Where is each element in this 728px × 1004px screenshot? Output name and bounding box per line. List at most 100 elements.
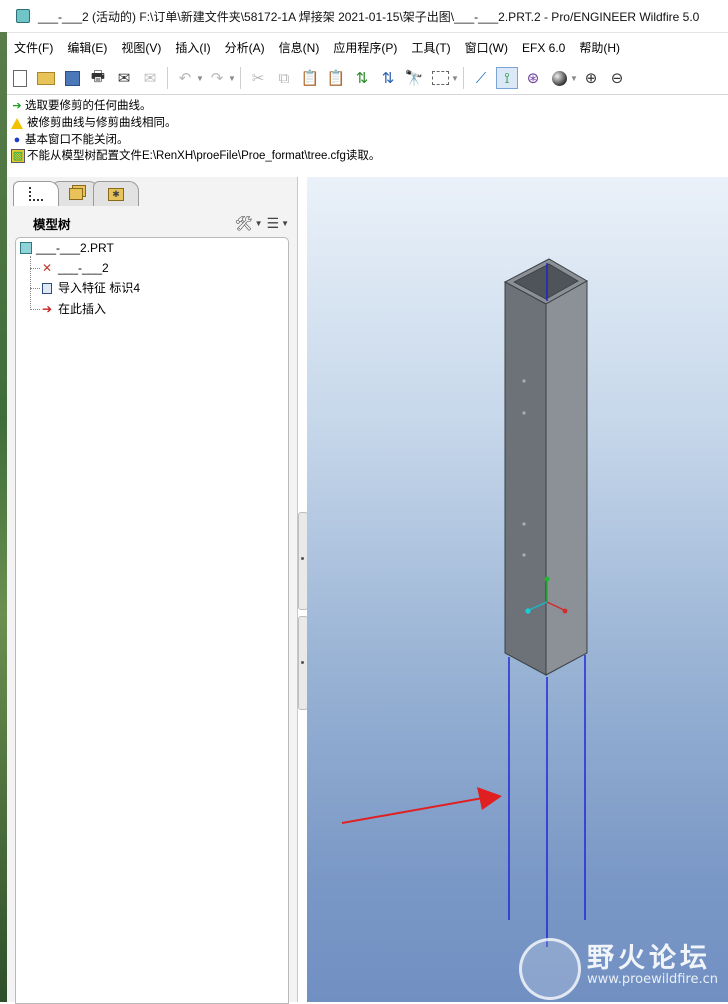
tube-side-face xyxy=(545,280,588,676)
paste-icon[interactable]: 📋 xyxy=(299,67,321,89)
hole xyxy=(522,522,526,526)
spin-center-icon[interactable]: ⊛ xyxy=(522,67,544,89)
annotation-arrow-shaft xyxy=(342,797,483,824)
tree-node-part[interactable]: ___-___2.PRT xyxy=(20,239,114,257)
menu-info[interactable]: 信息(N) xyxy=(272,37,327,59)
forum-watermark: 野火论坛 www.proewildfire.cn xyxy=(515,934,725,1000)
tree-node-insert-here[interactable]: ➔ 在此插入 xyxy=(40,300,106,318)
regenerate-icon[interactable]: ⇅ xyxy=(351,67,373,89)
shading-dropdown-icon[interactable]: ▼ xyxy=(570,74,578,83)
menu-analysis[interactable]: 分析(A) xyxy=(218,37,272,59)
chevron-down-icon: ▼ xyxy=(281,218,289,228)
message-text: 基本窗口不能关闭。 xyxy=(25,134,129,146)
message-text: 被修剪曲线与修剪曲线相同。 xyxy=(27,117,177,129)
message-line: ➔ 选取要修剪的任何曲线。 xyxy=(11,98,152,114)
email-icon[interactable]: ✉ xyxy=(113,67,135,89)
cut-icon[interactable]: ✂ xyxy=(247,67,269,89)
tree-show-button[interactable]: ☰ ▼ xyxy=(267,215,289,232)
message-text: 选取要修剪的任何曲线。 xyxy=(25,100,152,112)
watermark-url: www.proewildfire.cn xyxy=(587,972,718,987)
datum-display-icon[interactable]: ⟋ xyxy=(470,67,492,89)
title-bar: ___-___2 (活动的) F:\订单\新建文件夹\58172-1A 焊接架 … xyxy=(0,0,728,33)
message-line: ▧ 不能从模型树配置文件E:\RenXH\proeFile\Proe_forma… xyxy=(11,148,380,164)
tree-connector xyxy=(30,288,40,289)
tree-node-label: ___-___2 xyxy=(58,261,109,275)
tree-node-label: 导入特征 标识4 xyxy=(58,281,141,295)
hole xyxy=(522,553,526,557)
regenerate-manager-icon[interactable]: ⇅ xyxy=(377,67,399,89)
model-tree-title: 模型树 xyxy=(33,217,71,232)
print-icon[interactable]: 🖶 xyxy=(87,67,109,89)
find-icon[interactable]: 🔭 xyxy=(403,67,425,89)
curve-display-icon[interactable]: ⟟ xyxy=(496,67,518,89)
layers-icon xyxy=(69,188,83,200)
menu-applications[interactable]: 应用程序(P) xyxy=(326,37,404,59)
zoom-out-icon[interactable]: ⊖ xyxy=(606,67,628,89)
hammer-wrench-icon: 🛠 xyxy=(234,214,253,231)
navigator-tabs: ✱ xyxy=(13,181,139,207)
tree-node-label: 在此插入 xyxy=(58,302,107,316)
save-icon[interactable] xyxy=(61,67,83,89)
main-toolbar: 🖶 ✉ ✉ ↶ ▼ ↷ ▼ ✂ ⧉ 📋 📋 ⇅ ⇅ 🔭 ▼ ⟋ ⟟ ⊛ ▼ ⊕ … xyxy=(7,62,728,95)
menu-view[interactable]: 视图(V) xyxy=(114,37,168,59)
message-text: 不能从模型树配置文件E:\RenXH\proeFile\Proe_format\… xyxy=(27,150,381,162)
email-disabled-icon[interactable]: ✉ xyxy=(139,67,161,89)
menu-efx[interactable]: EFX 6.0 xyxy=(515,37,572,59)
triad-x-end xyxy=(562,608,568,614)
list-icon: ☰ xyxy=(266,214,280,231)
favorites-folder-icon: ✱ xyxy=(108,187,124,201)
toolbar-separator xyxy=(463,67,464,89)
open-icon[interactable] xyxy=(35,67,57,89)
hole xyxy=(522,411,526,415)
redo-icon[interactable]: ↷ xyxy=(206,67,228,89)
model-tree-header: 模型树 🛠 ▼ ☰ ▼ xyxy=(15,211,289,235)
window-title: ___-___2 (活动的) F:\订单\新建文件夹\58172-1A 焊接架 … xyxy=(38,9,700,24)
select-dropdown-icon[interactable]: ▼ xyxy=(451,74,459,83)
favorites-tab[interactable]: ✱ xyxy=(93,181,139,206)
tree-node-import-feature[interactable]: 导入特征 标识4 xyxy=(40,279,140,297)
triad-y-end xyxy=(544,576,550,582)
menu-help[interactable]: 帮助(H) xyxy=(572,37,627,59)
tube-front-face xyxy=(504,281,547,676)
tree-connector xyxy=(30,309,40,310)
message-line: 被修剪曲线与修剪曲线相同。 xyxy=(11,115,177,131)
shading-icon[interactable] xyxy=(548,67,570,89)
model-tree-icon xyxy=(29,187,43,201)
tree-node-label: ___-___2.PRT xyxy=(36,241,114,255)
message-line: ● 基本窗口不能关闭。 xyxy=(11,132,129,148)
watermark-logo xyxy=(519,938,581,1000)
menu-window[interactable]: 窗口(W) xyxy=(458,37,515,59)
menu-tools[interactable]: 工具(T) xyxy=(404,37,457,59)
undo-icon[interactable]: ↶ xyxy=(174,67,196,89)
paste-special-icon[interactable]: 📋 xyxy=(325,67,347,89)
menu-file[interactable]: 文件(F) xyxy=(7,37,60,59)
coordinate-system-icon: ✕ xyxy=(41,261,53,275)
menu-insert[interactable]: 插入(I) xyxy=(168,37,217,59)
green-arrow-icon: ➔ xyxy=(12,100,22,112)
info-dot-icon: ● xyxy=(13,134,21,146)
select-box-icon[interactable] xyxy=(429,67,451,89)
copy-icon[interactable]: ⧉ xyxy=(273,67,295,89)
tree-connector xyxy=(30,268,40,269)
import-feature-icon xyxy=(40,281,54,295)
tree-connector xyxy=(30,256,31,310)
insert-here-arrow-icon: ➔ xyxy=(41,302,53,316)
watermark-title: 野火论坛 xyxy=(587,943,711,974)
toolbar-separator xyxy=(240,67,241,89)
warning-icon xyxy=(11,117,23,129)
model-tree-tab[interactable] xyxy=(13,181,59,206)
undo-dropdown-icon[interactable]: ▼ xyxy=(196,74,204,83)
menu-edit[interactable]: 编辑(E) xyxy=(60,37,114,59)
app-icon xyxy=(16,9,30,23)
redo-dropdown-icon[interactable]: ▼ xyxy=(228,74,236,83)
tree-settings-button[interactable]: 🛠 ▼ xyxy=(235,215,263,232)
toolbar-separator xyxy=(167,67,168,89)
zoom-in-icon[interactable]: ⊕ xyxy=(580,67,602,89)
tree-node-csys[interactable]: ✕ ___-___2 xyxy=(40,259,109,277)
desktop-background-strip xyxy=(0,32,7,1002)
graphics-window[interactable] xyxy=(307,177,728,1002)
new-icon[interactable] xyxy=(9,67,31,89)
tree-header-tools: 🛠 ▼ ☰ ▼ xyxy=(231,211,289,235)
hole xyxy=(522,379,526,383)
error-icon: ▧ xyxy=(11,149,25,163)
